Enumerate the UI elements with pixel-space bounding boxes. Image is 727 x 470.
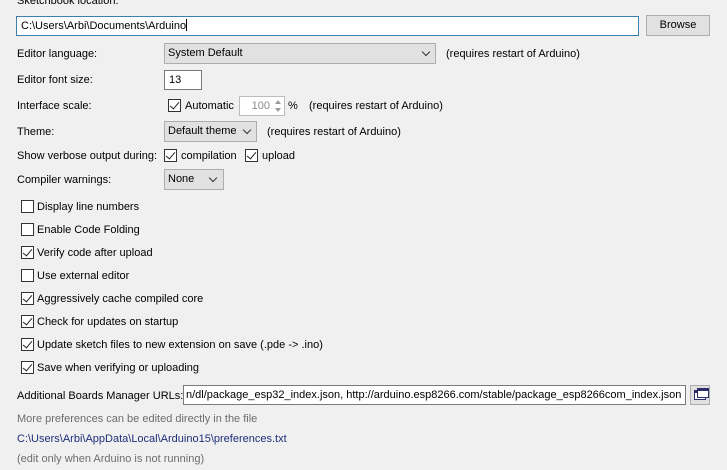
update-sketch-extension-label: Update sketch files to new extension on … [37, 339, 323, 351]
interface-scale-spinner[interactable]: 100 [239, 96, 285, 116]
enable-code-folding-checkbox[interactable] [21, 223, 34, 236]
theme-label: Theme: [17, 126, 55, 138]
verbose-compilation-checkbox[interactable] [164, 149, 177, 162]
interface-scale-restart-note: (requires restart of Arduino) [309, 100, 443, 112]
verify-after-upload-label: Verify code after upload [37, 247, 153, 259]
chevron-down-icon [421, 47, 431, 57]
editor-language-select[interactable]: System Default [164, 43, 436, 64]
compiler-warnings-label: Compiler warnings: [17, 174, 112, 186]
editor-language-value: System Default [168, 47, 243, 59]
editor-font-size-input[interactable]: 13 [164, 70, 202, 90]
theme-select[interactable]: Default theme [164, 121, 257, 142]
open-url-list-button[interactable] [690, 385, 710, 405]
edit-only-note: (edit only when Arduino is not running) [17, 453, 205, 465]
chevron-down-icon [208, 173, 218, 183]
verbose-upload-checkbox[interactable] [245, 149, 258, 162]
interface-scale-unit: % [288, 100, 298, 112]
automatic-scale-label: Automatic [185, 100, 234, 112]
verbose-upload-label: upload [262, 150, 296, 162]
text-cursor [186, 19, 188, 31]
window-icon [697, 388, 709, 398]
boards-manager-urls-label: Additional Boards Manager URLs: [17, 390, 184, 402]
display-line-numbers-checkbox[interactable] [21, 200, 34, 213]
external-editor-checkbox[interactable] [21, 269, 34, 282]
verbose-compilation-label: compilation [181, 150, 237, 162]
check-updates-checkbox[interactable] [21, 315, 34, 328]
compiler-warnings-select[interactable]: None [164, 169, 224, 190]
more-preferences-text: More preferences can be edited directly … [17, 413, 258, 425]
interface-scale-value: 100 [251, 100, 270, 112]
theme-restart-note: (requires restart of Arduino) [267, 126, 401, 138]
display-line-numbers-label: Display line numbers [37, 201, 140, 213]
update-sketch-extension-checkbox[interactable] [21, 338, 34, 351]
chevron-down-icon [242, 125, 252, 135]
verbose-output-label: Show verbose output during: [17, 150, 158, 162]
compiler-warnings-value: None [168, 173, 195, 185]
editor-font-size-label: Editor font size: [17, 74, 93, 86]
enable-code-folding-label: Enable Code Folding [37, 224, 140, 236]
save-when-verifying-label: Save when verifying or uploading [37, 362, 200, 374]
preferences-file-path[interactable]: C:\Users\Arbi\AppData\Local\Arduino15\pr… [17, 432, 287, 446]
interface-scale-label: Interface scale: [17, 100, 92, 112]
editor-language-label: Editor language: [17, 48, 98, 60]
cache-compiled-core-label: Aggressively cache compiled core [37, 293, 204, 305]
sketchbook-location-label: Sketchbook location: [17, 0, 119, 7]
editor-language-restart-note: (requires restart of Arduino) [446, 48, 580, 60]
boards-manager-urls-input[interactable]: n/dl/package_esp32_index.json, http://ar… [183, 385, 686, 405]
check-updates-label: Check for updates on startup [37, 316, 179, 328]
sketchbook-path-value: C:\Users\Arbi\Documents\Arduino [21, 20, 187, 32]
sketchbook-path-input[interactable]: C:\Users\Arbi\Documents\Arduino [16, 16, 639, 36]
browse-button[interactable]: Browse [646, 15, 710, 36]
cache-compiled-core-checkbox[interactable] [21, 292, 34, 305]
theme-value: Default theme [168, 125, 237, 137]
external-editor-label: Use external editor [37, 270, 130, 282]
spinner-arrows-icon[interactable] [274, 99, 282, 113]
save-when-verifying-checkbox[interactable] [21, 361, 34, 374]
verify-after-upload-checkbox[interactable] [21, 246, 34, 259]
automatic-scale-checkbox[interactable] [168, 99, 181, 112]
